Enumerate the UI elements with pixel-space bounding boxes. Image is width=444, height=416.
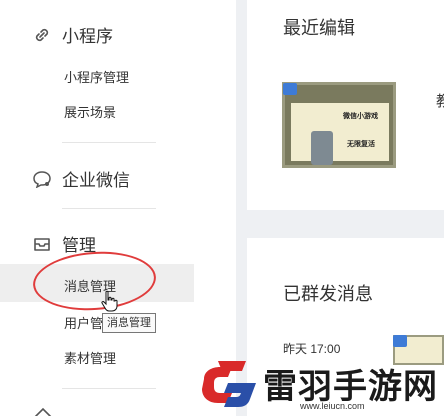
recent-item-title-partial[interactable]: 教	[436, 90, 444, 111]
sidebar-item-user-manage[interactable]: 用户管	[64, 313, 103, 332]
recent-edit-title: 最近编辑	[283, 18, 355, 38]
sidebar-divider	[62, 142, 156, 143]
watermark-url: www.leiucn.com	[300, 401, 365, 411]
chat-bubble-icon	[32, 169, 52, 189]
inbox-icon	[32, 234, 52, 254]
badge-icon	[393, 335, 407, 347]
sidebar-section-wecom[interactable]: 企业微信	[32, 166, 130, 191]
bottom-section-icon	[33, 404, 53, 416]
badge-icon	[283, 83, 297, 95]
sidebar-section-label: 小程序	[62, 27, 113, 46]
recent-edit-card: 最近编辑 微信小游戏 无限复活	[247, 0, 444, 210]
link-icon	[32, 25, 52, 45]
sidebar-divider	[62, 388, 156, 389]
phone-device-icon	[311, 131, 333, 165]
thumbnail-slide: 微信小游戏 无限复活	[291, 103, 389, 165]
sidebar-section-label: 企业微信	[62, 171, 130, 190]
sidebar-section-miniprogram[interactable]: 小程序	[32, 22, 113, 47]
watermark-logo-icon	[198, 353, 260, 416]
recent-edit-thumbnail[interactable]: 微信小游戏 无限复活	[282, 82, 396, 168]
thumbnail-text: 微信小游戏	[343, 113, 378, 120]
sidebar-divider	[62, 208, 156, 209]
tooltip: 消息管理	[102, 313, 156, 333]
broadcast-time: 昨天 17:00	[283, 342, 341, 356]
thumbnail-text: 无限复活	[347, 141, 375, 148]
sidebar-item-miniprogram-manage[interactable]: 小程序管理	[64, 67, 129, 86]
sidebar-item-material-manage[interactable]: 素材管理	[64, 348, 116, 367]
broadcast-title: 已群发消息	[283, 284, 373, 304]
sidebar-item-display-scene[interactable]: 展示场景	[64, 102, 116, 121]
